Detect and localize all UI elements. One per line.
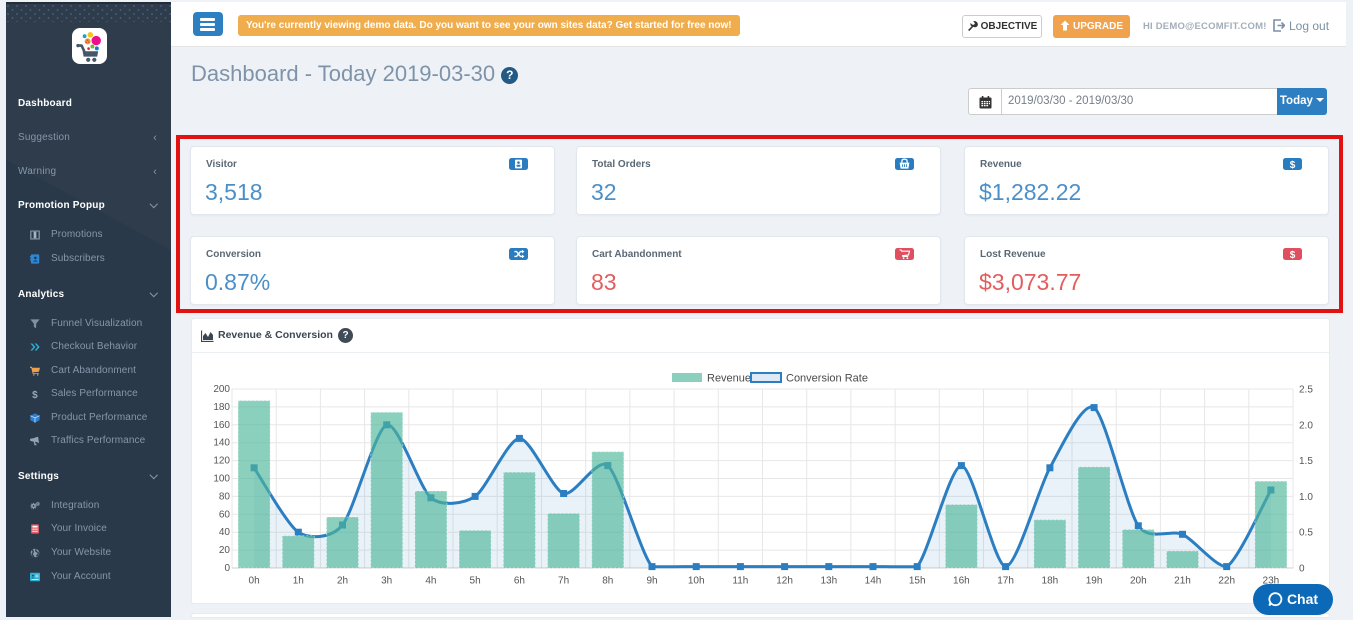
svg-text:15h: 15h <box>909 576 926 587</box>
svg-text:12h: 12h <box>776 576 793 587</box>
svg-text:140: 140 <box>213 438 230 449</box>
svg-text:10h: 10h <box>688 576 705 587</box>
svg-text:200: 200 <box>213 384 230 395</box>
svg-text:80: 80 <box>219 491 231 502</box>
svg-text:6h: 6h <box>514 576 525 587</box>
svg-text:19h: 19h <box>1086 576 1103 587</box>
svg-text:0: 0 <box>1299 564 1305 575</box>
svg-text:3h: 3h <box>381 576 392 587</box>
svg-text:17h: 17h <box>997 576 1014 587</box>
svg-text:8h: 8h <box>602 576 613 587</box>
svg-text:$: $ <box>1290 250 1296 260</box>
svg-text:1.0: 1.0 <box>1299 492 1313 503</box>
svg-text:Revenue: Revenue <box>707 373 751 385</box>
svg-text:2h: 2h <box>337 576 348 587</box>
svg-text:60: 60 <box>219 509 231 520</box>
svg-text:100: 100 <box>213 474 230 485</box>
svg-text:20h: 20h <box>1130 576 1147 587</box>
svg-text:0h: 0h <box>249 576 260 587</box>
svg-text:160: 160 <box>213 420 230 431</box>
svg-text:2.5: 2.5 <box>1299 385 1313 396</box>
svg-text:20: 20 <box>219 545 231 556</box>
svg-text:$: $ <box>32 390 38 399</box>
svg-text:0: 0 <box>224 563 230 574</box>
svg-text:18h: 18h <box>1042 576 1059 587</box>
svg-text:22h: 22h <box>1218 576 1235 587</box>
svg-text:0.5: 0.5 <box>1299 528 1313 539</box>
svg-text:1h: 1h <box>293 576 304 587</box>
svg-text:2.0: 2.0 <box>1299 420 1313 431</box>
svg-text:120: 120 <box>213 456 230 467</box>
svg-text:7h: 7h <box>558 576 569 587</box>
svg-text:Conversion Rate: Conversion Rate <box>786 373 868 385</box>
svg-text:21h: 21h <box>1174 576 1191 587</box>
svg-text:16h: 16h <box>953 576 970 587</box>
svg-text:9h: 9h <box>646 576 657 587</box>
svg-text:5h: 5h <box>470 576 481 587</box>
svg-text:$: $ <box>1290 160 1296 170</box>
svg-text:180: 180 <box>213 402 230 413</box>
svg-text:11h: 11h <box>732 576 748 587</box>
svg-text:4h: 4h <box>425 576 436 587</box>
svg-text:40: 40 <box>219 527 231 538</box>
svg-text:1.5: 1.5 <box>1299 456 1313 467</box>
svg-text:13h: 13h <box>820 576 837 587</box>
svg-text:14h: 14h <box>865 576 882 587</box>
